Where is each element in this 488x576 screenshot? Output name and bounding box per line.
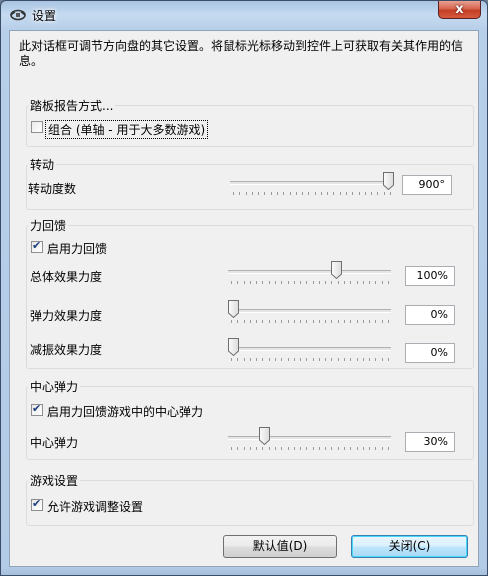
centering-strength-slider[interactable] (228, 426, 391, 454)
allow-game-adjust-label[interactable]: 允许游戏调整设置 (47, 498, 143, 515)
enable-centering-spring-checkbox[interactable]: ✔ (31, 402, 43, 416)
damper-strength-value[interactable]: 0% (405, 343, 455, 363)
force-feedback-group: 力回馈 ✔ 启用力回馈 总体效果力度 100% 弹力效果力度 0% 减振效果力度… (26, 217, 474, 369)
overall-strength-value[interactable]: 100% (405, 266, 455, 286)
rotation-degrees-value[interactable]: 900° (402, 175, 452, 195)
dialog-body: 此对话框可调节方向盘的其它设置。将鼠标光标移动到控件上可获取有关其作用的信息。 … (9, 30, 479, 567)
spring-strength-slider[interactable] (228, 299, 391, 327)
slider-track[interactable] (228, 309, 391, 313)
pedals-group: 踏板报告方式... 组合 (单轴 - 用于大多数游戏) (26, 97, 474, 147)
force-feedback-group-title: 力回馈 (28, 217, 69, 234)
slider-track[interactable] (228, 347, 391, 351)
combined-pedals-label[interactable]: 组合 (单轴 - 用于大多数游戏) (45, 120, 209, 139)
allow-game-adjust-checkbox[interactable]: ✔ (31, 497, 43, 511)
game-settings-group: 游戏设置 ✔ 允许游戏调整设置 (26, 472, 474, 526)
slider-track[interactable] (230, 181, 393, 185)
slider-ticks (231, 320, 389, 323)
defaults-button[interactable]: 默认值(D) (223, 535, 337, 558)
slider-ticks (233, 192, 391, 195)
damper-strength-slider[interactable] (228, 337, 391, 365)
slider-ticks (231, 447, 389, 450)
slider-thumb[interactable] (383, 172, 394, 190)
checkmark-icon: ✔ (32, 497, 42, 510)
enable-force-feedback-label[interactable]: 启用力回馈 (47, 240, 107, 257)
overall-strength-slider[interactable] (228, 260, 391, 288)
rotation-group-title: 转动 (28, 156, 57, 173)
game-settings-group-title: 游戏设置 (28, 472, 81, 489)
centering-strength-value[interactable]: 30% (405, 432, 455, 452)
spring-strength-value[interactable]: 0% (405, 305, 455, 325)
slider-thumb[interactable] (330, 261, 342, 279)
checkmark-icon: ✔ (32, 402, 42, 415)
slider-thumb[interactable] (228, 338, 239, 356)
rotation-degrees-slider[interactable] (230, 171, 394, 199)
window-frame-bottom (1, 567, 487, 575)
centering-spring-group: 中心弹力 ✔ 启用力回馈游戏中的中心弹力 中心弹力 30% (26, 378, 474, 460)
slider-track[interactable] (228, 436, 391, 440)
close-button[interactable]: 关闭(C) (351, 535, 468, 558)
settings-window: 设置 x 此对话框可调节方向盘的其它设置。将鼠标光标移动到控件上可获取有关其作用… (0, 0, 488, 576)
title-bar[interactable]: 设置 x (1, 1, 487, 29)
combined-pedals-checkbox[interactable] (31, 121, 43, 133)
rotation-group: 转动 转动度数 900° (26, 156, 474, 210)
close-icon: x (455, 2, 464, 17)
slider-ticks (231, 281, 389, 284)
close-window-button[interactable]: x (438, 1, 481, 19)
overall-strength-label: 总体效果力度 (30, 270, 103, 284)
checkmark-icon: ✔ (32, 239, 42, 252)
damper-strength-label: 减振效果力度 (30, 343, 103, 357)
enable-force-feedback-checkbox[interactable]: ✔ (31, 239, 43, 253)
enable-centering-spring-label[interactable]: 启用力回馈游戏中的中心弹力 (47, 403, 203, 420)
steering-wheel-icon (10, 9, 26, 21)
slider-thumb[interactable] (228, 300, 239, 318)
rotation-degrees-label: 转动度数 (28, 182, 77, 196)
spring-strength-label: 弹力效果力度 (30, 309, 103, 323)
centering-strength-label: 中心弹力 (30, 436, 79, 450)
slider-thumb[interactable] (258, 427, 270, 445)
slider-track[interactable] (228, 270, 391, 274)
slider-ticks (231, 358, 389, 361)
pedals-group-title: 踏板报告方式... (28, 97, 116, 114)
description-text: 此对话框可调节方向盘的其它设置。将鼠标光标移动到控件上可获取有关其作用的信息。 (19, 39, 464, 68)
window-title: 设置 (32, 9, 57, 23)
centering-spring-group-title: 中心弹力 (28, 378, 81, 395)
